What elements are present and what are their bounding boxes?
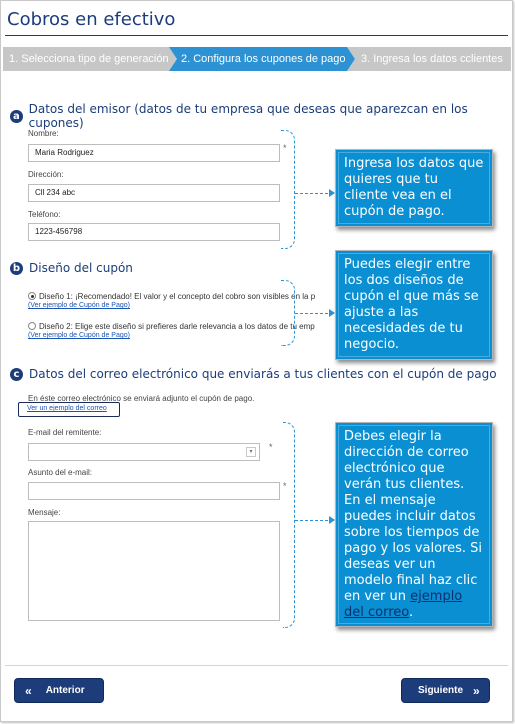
tip-design-text: Puedes elegir entre los dos diseños de c… (344, 257, 479, 352)
message-label: Mensaje: (28, 508, 61, 517)
name-input[interactable]: Maria Rodriguez (28, 144, 280, 162)
radio-selected-icon[interactable] (28, 292, 36, 300)
step-client-data[interactable]: 3. Ingresa los datos cclientes (347, 47, 511, 71)
message-textarea[interactable] (28, 521, 280, 621)
phone-label: Teléfono: (28, 210, 61, 219)
tip-email-end: . (409, 605, 414, 620)
design-2-example-link[interactable]: (Ver ejemplo de Cupón de Pago) (28, 332, 130, 339)
radio-unselected-icon[interactable] (28, 322, 36, 330)
address-input[interactable]: Cll 234 abc (28, 184, 280, 202)
tip-email: Debes elegir la dirección de correo elec… (335, 422, 493, 627)
tip-issuer: Ingresa los datos que quieres que tu cli… (335, 149, 493, 227)
section-design-header: b Diseño del cupón (10, 261, 133, 275)
previous-button[interactable]: « Anterior (14, 678, 104, 703)
tip-issuer-text: Ingresa los datos que quieres que tu cli… (344, 156, 484, 219)
sender-select[interactable]: ▾ (28, 443, 260, 461)
chevron-left-icon: « (25, 683, 32, 698)
chevron-right-icon: » (473, 683, 480, 698)
section-email-title: Datos del correo electrónico que enviará… (29, 367, 497, 381)
arrow-tip2 (295, 309, 335, 317)
title-divider (5, 35, 508, 36)
wizard-steps: 1. Selecciona tipo de generación 2. Conf… (3, 47, 511, 71)
arrow-tip1 (295, 189, 335, 197)
section-badge-b: b (10, 261, 23, 275)
next-button[interactable]: Siguiente » (401, 678, 490, 703)
section-issuer-header: a Datos del emisor (datos de tu empresa … (10, 102, 512, 130)
design-option-2-text: Diseño 2: Elige este diseño si prefieres… (39, 322, 315, 331)
bracket-email (283, 422, 295, 628)
step-configure-coupons[interactable]: 2. Configura los cupones de pago (169, 47, 355, 71)
design-1-example-link[interactable]: (Ver ejemplo de Cupón de Pago) (28, 302, 130, 309)
footer-divider (5, 665, 508, 666)
name-label: Nombre: (28, 129, 59, 138)
subject-label: Asunto del e-mail: (28, 468, 93, 477)
design-option-1-text: Diseño 1: ¡Recomendado! El valor y el co… (39, 292, 316, 301)
sender-label: E-mail del remitente: (28, 428, 102, 437)
subject-input[interactable] (28, 482, 280, 500)
previous-button-label: Anterior (45, 685, 85, 696)
bracket-issuer (281, 130, 295, 249)
section-issuer-title: Datos del emisor (datos de tu empresa qu… (28, 102, 468, 130)
next-button-label: Siguiente (418, 685, 464, 696)
section-badge-a: a (10, 109, 23, 123)
section-email-header: c Datos del correo electrónico que envia… (10, 367, 497, 381)
required-mark: * (269, 442, 273, 452)
section-badge-c: c (10, 367, 23, 381)
chevron-down-icon[interactable]: ▾ (246, 447, 256, 457)
tip-design: Puedes elegir entre los dos diseños de c… (335, 250, 493, 360)
email-example-link[interactable]: Ver un ejemplo del correo (27, 405, 107, 412)
section-design-title: Diseño del cupón (29, 261, 133, 275)
arrow-tip3 (295, 516, 335, 524)
step-select-generation[interactable]: 1. Selecciona tipo de generación (3, 47, 169, 71)
phone-input[interactable]: 1223-456798 (28, 223, 280, 241)
address-label: Dirección: (28, 170, 64, 179)
bracket-design (281, 280, 295, 346)
tip-email-text: Debes elegir la dirección de correo elec… (344, 429, 483, 604)
window-frame: Cobros en efectivo 1. Selecciona tipo de… (0, 0, 513, 722)
page-title: Cobros en efectivo (7, 9, 176, 30)
